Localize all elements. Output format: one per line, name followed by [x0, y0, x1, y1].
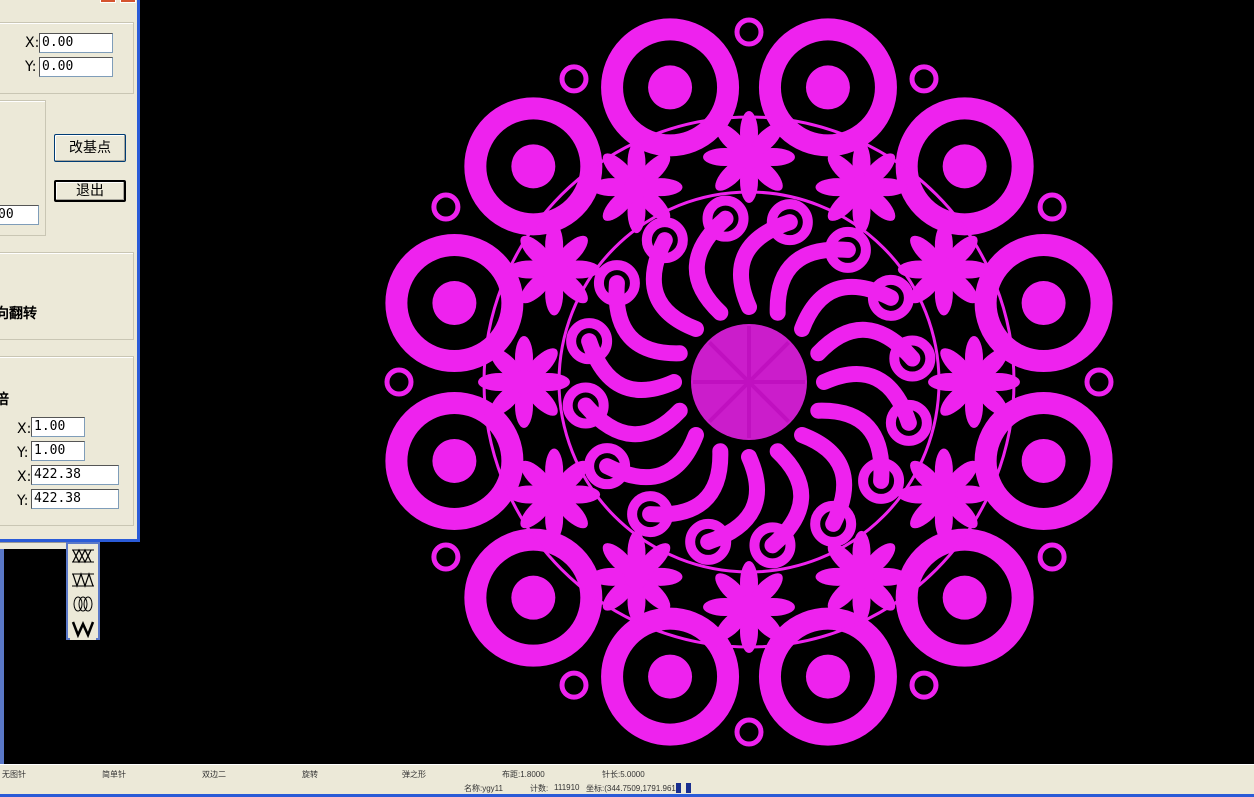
offset-group: 00 — [0, 100, 46, 236]
w-stitch-icon — [71, 620, 95, 639]
loop-stitch-icon — [73, 596, 93, 612]
flip-label: 向翻转 — [0, 306, 37, 322]
dialog-bottom-edge — [0, 542, 66, 549]
embroidery-design — [384, 17, 1114, 747]
scale-y-label: Y: — [17, 445, 29, 461]
exit-button[interactable]: 退出 — [54, 180, 126, 202]
base-y-label: Y: — [25, 59, 37, 75]
cross-stitch-tool[interactable] — [70, 546, 96, 568]
base-x-field[interactable]: 0.00 — [39, 33, 113, 53]
scale-y-field[interactable]: 1.00 — [31, 441, 85, 461]
stitch-toolbar — [66, 542, 100, 640]
width-y-label: Y: — [17, 493, 29, 509]
status-count: 111910 — [554, 783, 580, 792]
dialog-control-button[interactable] — [100, 0, 116, 3]
status-stitch-type: 简单针 — [102, 770, 126, 779]
zigzag-stitch-icon — [72, 572, 94, 588]
status-bar: 无图针 简单针 双边二 旋转 弹之形 布距:1.8000 针长:5.0000 名… — [0, 764, 1254, 797]
loop-stitch-tool[interactable] — [70, 594, 96, 616]
transform-dialog: X: 0.00 Y: 0.00 00 改基点 退出 向翻转 倍 X: 1.00 … — [0, 0, 140, 542]
window-left-edge — [0, 542, 4, 764]
zigzag-stitch-tool[interactable] — [70, 570, 96, 592]
status-shape: 弹之形 — [402, 770, 426, 779]
cross-stitch-icon — [72, 548, 94, 564]
status-count-label: 计数: — [530, 784, 549, 793]
width-x-label: X: — [17, 469, 32, 485]
width-x-field[interactable]: 422.38 — [31, 465, 119, 485]
status-indicator — [686, 783, 691, 793]
width-y-field[interactable]: 422.38 — [31, 489, 119, 509]
design-canvas[interactable] — [0, 0, 1254, 764]
w-stitch-tool[interactable] — [70, 618, 96, 640]
status-indicator — [676, 783, 681, 793]
status-stitch-mode: 无图针 — [2, 770, 26, 779]
scale-x-label: X: — [17, 421, 32, 437]
status-operation: 旋转 — [302, 770, 318, 779]
base-x-label: X: — [25, 35, 40, 51]
status-name: 名称:ygy11 — [464, 784, 503, 793]
close-button[interactable] — [120, 0, 136, 3]
status-spacing: 布距:1.8000 — [502, 770, 545, 779]
offset-field[interactable]: 00 — [0, 205, 39, 225]
lace-pattern — [384, 17, 1114, 747]
status-coordinates: 坐标:(344.7509,1791.961) — [586, 784, 679, 793]
status-needle-length: 针长:5.0000 — [602, 770, 645, 779]
change-base-point-button[interactable]: 改基点 — [54, 134, 126, 162]
scale-group: 倍 X: 1.00 Y: 1.00 X: 422.38 Y: 422.38 — [0, 356, 134, 526]
scale-x-field[interactable]: 1.00 — [31, 417, 85, 437]
status-edge-mode: 双边二 — [202, 770, 226, 779]
base-y-field[interactable]: 0.00 — [39, 57, 113, 77]
flip-group: 向翻转 — [0, 252, 134, 340]
base-point-group: X: 0.00 Y: 0.00 — [0, 22, 134, 94]
scale-label: 倍 — [0, 392, 9, 408]
